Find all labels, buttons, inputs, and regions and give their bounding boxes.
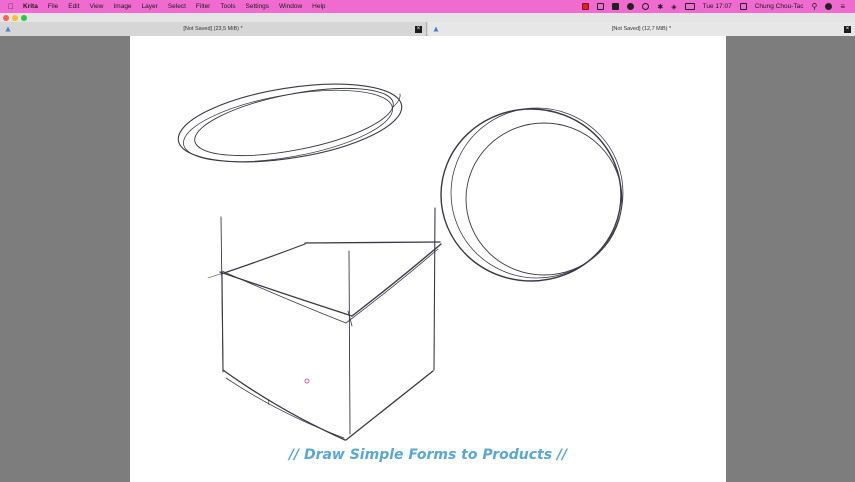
- menu-window[interactable]: Window: [274, 3, 307, 10]
- battery-icon[interactable]: [681, 3, 699, 10]
- flag-icon[interactable]: [736, 3, 751, 10]
- user-name[interactable]: Chung Chou-Tac: [751, 3, 808, 10]
- menu-edit[interactable]: Edit: [63, 3, 84, 10]
- menu-file[interactable]: File: [43, 3, 63, 10]
- chat-icon[interactable]: [608, 3, 623, 10]
- document-tab-2[interactable]: [Not Saved] (12,7 MiB) * ×: [428, 22, 855, 36]
- document-tab-bar: [Not Saved] (23,5 MiB) * × [Not Saved] (…: [0, 22, 855, 36]
- search-icon[interactable]: ⚲: [807, 2, 821, 11]
- close-tab-1-button[interactable]: ×: [415, 26, 422, 33]
- clock[interactable]: Tue 17:07: [699, 3, 736, 10]
- close-tab-2-button[interactable]: ×: [844, 26, 851, 33]
- status-area: ✱ ◈ Tue 17:07 Chung Chou-Tac ⚲ ≡: [578, 2, 855, 11]
- wifi-icon[interactable]: ◈: [667, 3, 680, 11]
- canvas-viewport[interactable]: // Draw Simple Forms to Products //: [0, 36, 855, 482]
- display-icon[interactable]: [593, 3, 608, 10]
- minimize-window-button[interactable]: [12, 14, 18, 21]
- drawing-canvas[interactable]: // Draw Simple Forms to Products //: [130, 36, 726, 482]
- tab-2-label: [Not Saved] (12,7 MiB) *: [611, 26, 672, 32]
- window-title-bar: [0, 13, 855, 22]
- notification-center-icon[interactable]: ≡: [836, 2, 849, 11]
- menu-select[interactable]: Select: [163, 3, 191, 10]
- menu-help[interactable]: Help: [307, 3, 330, 10]
- sketch-layer: [177, 83, 624, 441]
- ellipse-sketch: [177, 83, 403, 163]
- menu-view[interactable]: View: [85, 3, 109, 10]
- box-sketch: [207, 207, 442, 441]
- siri-icon[interactable]: [821, 3, 836, 10]
- menu-filter[interactable]: Filter: [191, 3, 215, 10]
- brush-cursor-icon: [304, 378, 310, 384]
- canvas-caption: // Draw Simple Forms to Products //: [288, 447, 568, 463]
- menu-bar:  Krita File Edit View Image Layer Selec…: [0, 0, 855, 13]
- time-machine-icon[interactable]: [638, 3, 653, 10]
- menu-layer[interactable]: Layer: [137, 3, 163, 10]
- app-menu-krita[interactable]: Krita: [18, 3, 43, 10]
- zoom-window-button[interactable]: [21, 14, 27, 21]
- tab-1-label: [Not Saved] (23,5 MiB) *: [183, 26, 243, 32]
- apple-icon[interactable]: : [0, 2, 18, 11]
- document-tab-1[interactable]: [Not Saved] (23,5 MiB) * ×: [0, 22, 427, 36]
- menu-settings[interactable]: Settings: [241, 3, 275, 10]
- bluetooth-icon[interactable]: ✱: [653, 3, 667, 11]
- record-icon[interactable]: [578, 3, 593, 10]
- shield-icon[interactable]: [623, 3, 638, 10]
- circle-sketch: [440, 107, 624, 282]
- menu-image[interactable]: Image: [108, 3, 136, 10]
- close-window-button[interactable]: [3, 14, 9, 21]
- menu-tools[interactable]: Tools: [215, 3, 240, 10]
